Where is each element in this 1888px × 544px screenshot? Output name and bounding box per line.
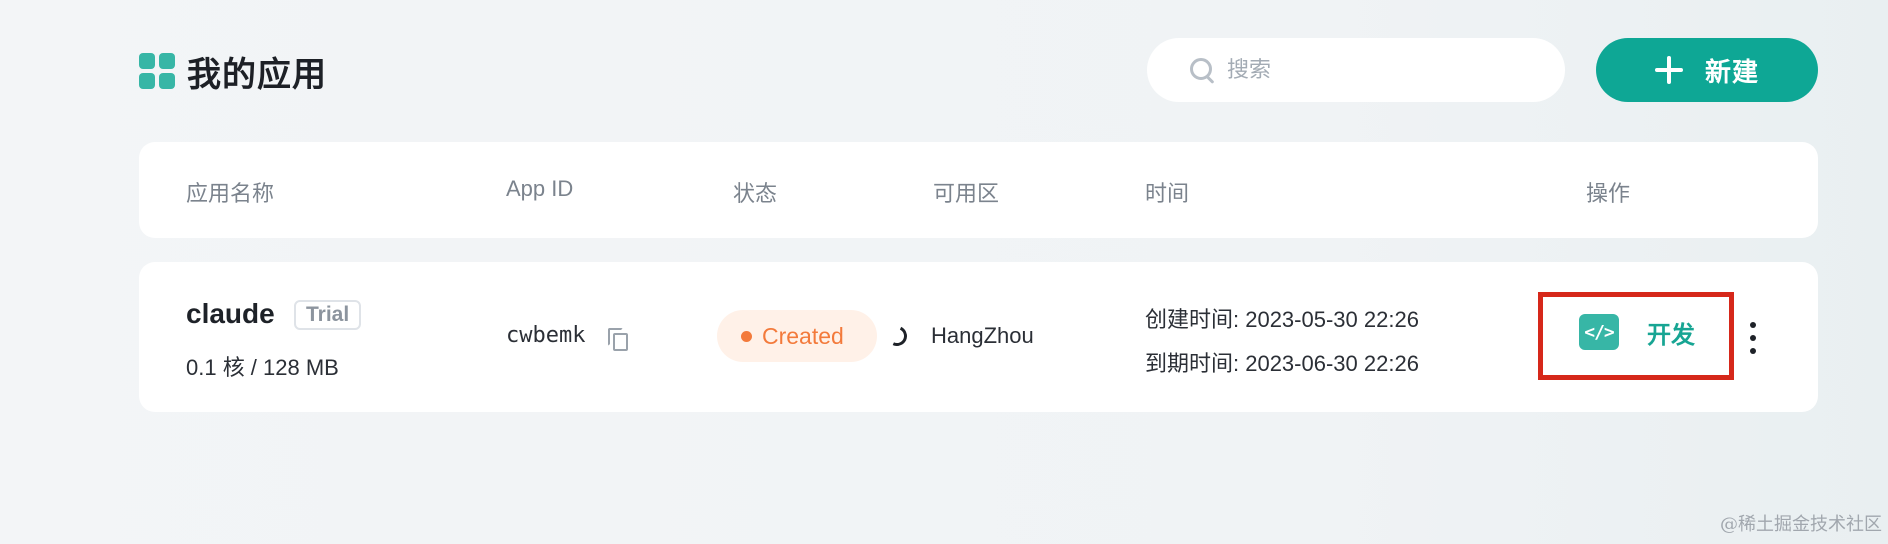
column-header-zone: 可用区	[933, 181, 1000, 206]
column-header-name: 应用名称	[186, 181, 275, 206]
table-row: claude Trial 0.1 核 / 128 MB cwbemk Creat…	[139, 262, 1818, 412]
app-spec: 0.1 核 / 128 MB	[186, 355, 339, 380]
column-header-status: 状态	[733, 181, 778, 206]
column-header-app-id: App ID	[506, 176, 574, 201]
loading-spinner-icon	[884, 323, 910, 349]
app-name[interactable]: claude	[186, 298, 275, 330]
tier-badge: Trial	[294, 300, 362, 330]
created-time: 创建时间: 2023-05-30 22:26	[1145, 307, 1419, 332]
new-app-button[interactable]: 新建	[1596, 38, 1818, 102]
search-input[interactable]	[1227, 57, 1527, 83]
zone: HangZhou	[931, 323, 1034, 348]
app-grid-icon	[139, 53, 175, 89]
plus-icon	[1654, 56, 1683, 84]
search-icon	[1189, 57, 1215, 83]
page-header: 我的应用	[139, 52, 327, 94]
code-icon: </>	[1579, 314, 1619, 350]
expire-time: 到期时间: 2023-06-30 22:26	[1145, 351, 1419, 376]
develop-button-label: 开发	[1647, 321, 1695, 349]
develop-button[interactable]: </> 开发	[1579, 314, 1695, 350]
status-badge: Created	[717, 310, 877, 362]
status-dot	[741, 330, 752, 342]
watermark: @稀土掘金技术社区	[1720, 514, 1882, 535]
column-header-actions: 操作	[1586, 181, 1631, 206]
copy-icon[interactable]	[608, 328, 628, 351]
column-header-time: 时间	[1145, 181, 1190, 206]
more-options-icon[interactable]	[1746, 322, 1760, 354]
table-header: 应用名称 App ID 状态 可用区 时间 操作	[139, 142, 1818, 238]
page: 我的应用 新建 应用名称 App ID 状态 可用区 时间 操作 claude …	[0, 0, 1888, 544]
page-title: 我的应用	[187, 55, 327, 94]
app-id: cwbemk	[506, 323, 586, 348]
status-text: Created	[762, 322, 844, 349]
new-app-button-label: 新建	[1704, 56, 1759, 87]
search-box[interactable]	[1147, 38, 1565, 102]
